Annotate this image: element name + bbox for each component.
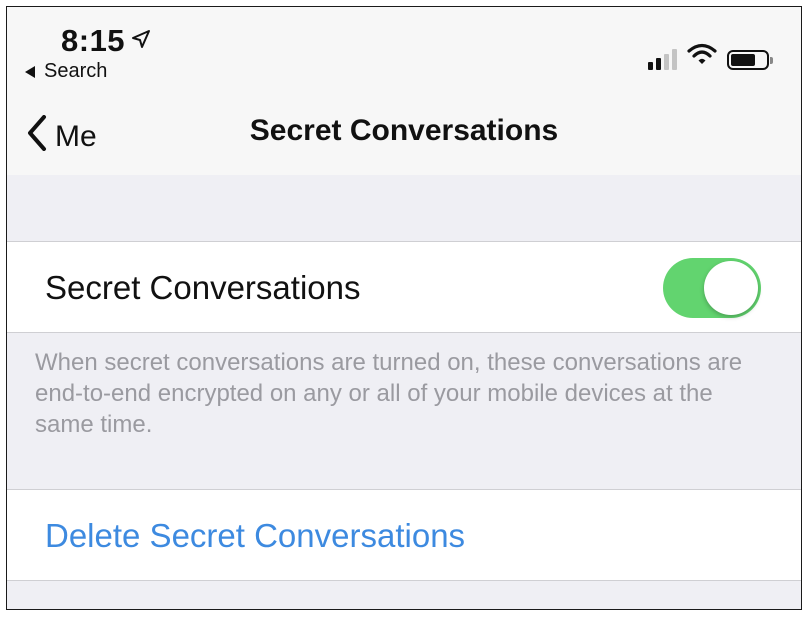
battery-nub bbox=[770, 57, 773, 64]
signal-bars-icon bbox=[648, 48, 677, 70]
secret-conversations-label: Secret Conversations bbox=[45, 269, 361, 306]
status-icons bbox=[648, 43, 773, 70]
page-title: Secret Conversations bbox=[249, 114, 559, 147]
location-arrow-icon bbox=[131, 21, 151, 57]
secret-conversations-row: Secret Conversations bbox=[7, 241, 801, 333]
top-bar: 8:15 Search Me Secret Conversations bbox=[7, 7, 801, 175]
wifi-icon bbox=[687, 43, 717, 70]
section-spacer bbox=[7, 175, 801, 241]
secret-conversations-toggle[interactable] bbox=[663, 258, 761, 318]
toggle-knob bbox=[704, 261, 758, 315]
back-triangle-icon bbox=[25, 65, 35, 78]
status-time: 8:15 bbox=[61, 23, 151, 59]
status-time-text: 8:15 bbox=[61, 23, 126, 58]
back-to-app-label: Search bbox=[44, 60, 108, 82]
delete-row: Delete Secret Conversations bbox=[7, 489, 801, 581]
section-footer-text: When secret conversations are turned on,… bbox=[35, 349, 743, 438]
phone-screen: 8:15 Search Me Secret Conversations Secr… bbox=[6, 6, 802, 610]
battery-icon bbox=[727, 50, 773, 70]
back-to-app-button[interactable]: Search bbox=[25, 60, 107, 83]
battery-fill bbox=[731, 54, 756, 66]
delete-secret-conversations-button[interactable]: Delete Secret Conversations bbox=[45, 517, 465, 555]
